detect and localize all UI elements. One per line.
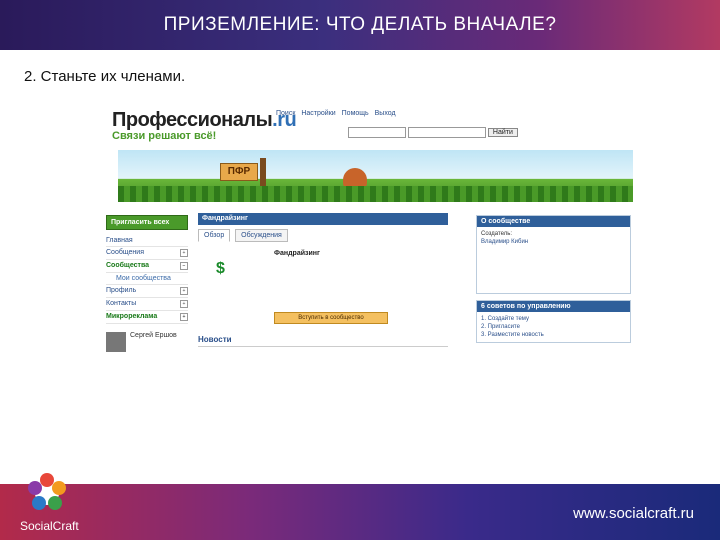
search-row: Найти — [348, 127, 518, 138]
news-title: Новости — [198, 335, 448, 347]
about-box: О сообществе Создатель: Владимир Кибин — [476, 215, 631, 294]
website-screenshot: Профессионалы.ru Связи решают всё! Поиск… — [98, 95, 642, 460]
topnav-item[interactable]: Выход — [375, 110, 396, 117]
sidebar-item-communities[interactable]: Сообщества − — [106, 260, 188, 273]
expand-icon[interactable]: + — [180, 249, 188, 257]
sidebar-item-profile[interactable]: Профиль + — [106, 285, 188, 298]
slide-subtitle: 2. Станьте их членами. — [24, 68, 186, 85]
sidebar-item-ads[interactable]: Микрореклама + — [106, 311, 188, 324]
tip-item[interactable]: 2. Пригласите — [481, 323, 626, 331]
search-input[interactable] — [407, 127, 486, 138]
right-sidebar: О сообществе Создатель: Владимир Кибин 6… — [476, 215, 631, 349]
slide-title: ПРИЗЕМЛЕНИЕ: ЧТО ДЕЛАТЬ ВНАЧАЛЕ? — [0, 0, 720, 50]
collapse-icon[interactable]: − — [180, 262, 188, 270]
topnav-item[interactable]: Помощь — [342, 110, 369, 117]
sidebar-subitem[interactable]: Мои сообщества — [106, 273, 188, 285]
sidebar-item-contacts[interactable]: Контакты + — [106, 298, 188, 311]
tab-discussions[interactable]: Обсуждения — [235, 229, 288, 242]
tips-header: 6 советов по управлению — [477, 301, 630, 312]
sidebar-item-messages[interactable]: Сообщения + — [106, 247, 188, 260]
dollar-icon: $ — [216, 260, 225, 277]
search-select[interactable] — [348, 127, 406, 138]
expand-icon[interactable]: + — [180, 287, 188, 295]
community-title: Фандрайзинг — [274, 250, 320, 257]
site-slogan: Связи решают всё! — [112, 130, 217, 142]
expand-icon[interactable]: + — [180, 300, 188, 308]
search-button[interactable]: Найти — [487, 128, 518, 137]
tips-box: 6 советов по управлению 1. Создайте тему… — [476, 300, 631, 343]
about-header: О сообществе — [477, 216, 630, 227]
left-sidebar: Пригласить всех Главная Сообщения + Сообщ… — [106, 215, 188, 352]
community-tabs: Обзор Обсуждения — [198, 229, 448, 242]
site-banner: ПФР — [118, 150, 633, 202]
person-card[interactable]: Сергей Ершов — [106, 332, 188, 352]
socialcraft-logo-icon — [28, 473, 66, 510]
topnav-item[interactable]: Настройки — [301, 110, 335, 117]
main-column: Фандрайзинг Обзор Обсуждения $ Фандрайзи… — [198, 213, 448, 359]
community-card: $ Фандрайзинг Вступить в сообщество — [198, 250, 448, 325]
creator-name[interactable]: Владимир Кибин — [481, 238, 626, 246]
banner-sign: ПФР — [220, 163, 258, 181]
sidebar-item-home[interactable]: Главная — [106, 235, 188, 247]
expand-icon[interactable]: + — [180, 313, 188, 321]
website-link[interactable]: www.socialcraft.ru — [573, 505, 694, 522]
top-navigation: Поиск Настройки Помощь Выход — [276, 110, 400, 117]
invite-button[interactable]: Пригласить всех — [106, 215, 188, 230]
tab-overview[interactable]: Обзор — [198, 229, 231, 242]
site-logo[interactable]: Профессионалы.ru — [112, 109, 297, 132]
creator-label: Создатель: — [481, 231, 513, 237]
tip-item[interactable]: 3. Разместите новость — [481, 331, 626, 339]
grass-decoration — [118, 186, 633, 202]
join-community-button[interactable]: Вступить в сообщество — [274, 312, 388, 324]
tip-item[interactable]: 1. Создайте тему — [481, 315, 626, 323]
brand-name: SocialCraft — [20, 519, 79, 533]
person-name[interactable]: Сергей Ершов — [130, 332, 177, 339]
avatar[interactable] — [106, 332, 126, 352]
community-header: Фандрайзинг — [198, 213, 448, 225]
topnav-item[interactable]: Поиск — [276, 110, 295, 117]
